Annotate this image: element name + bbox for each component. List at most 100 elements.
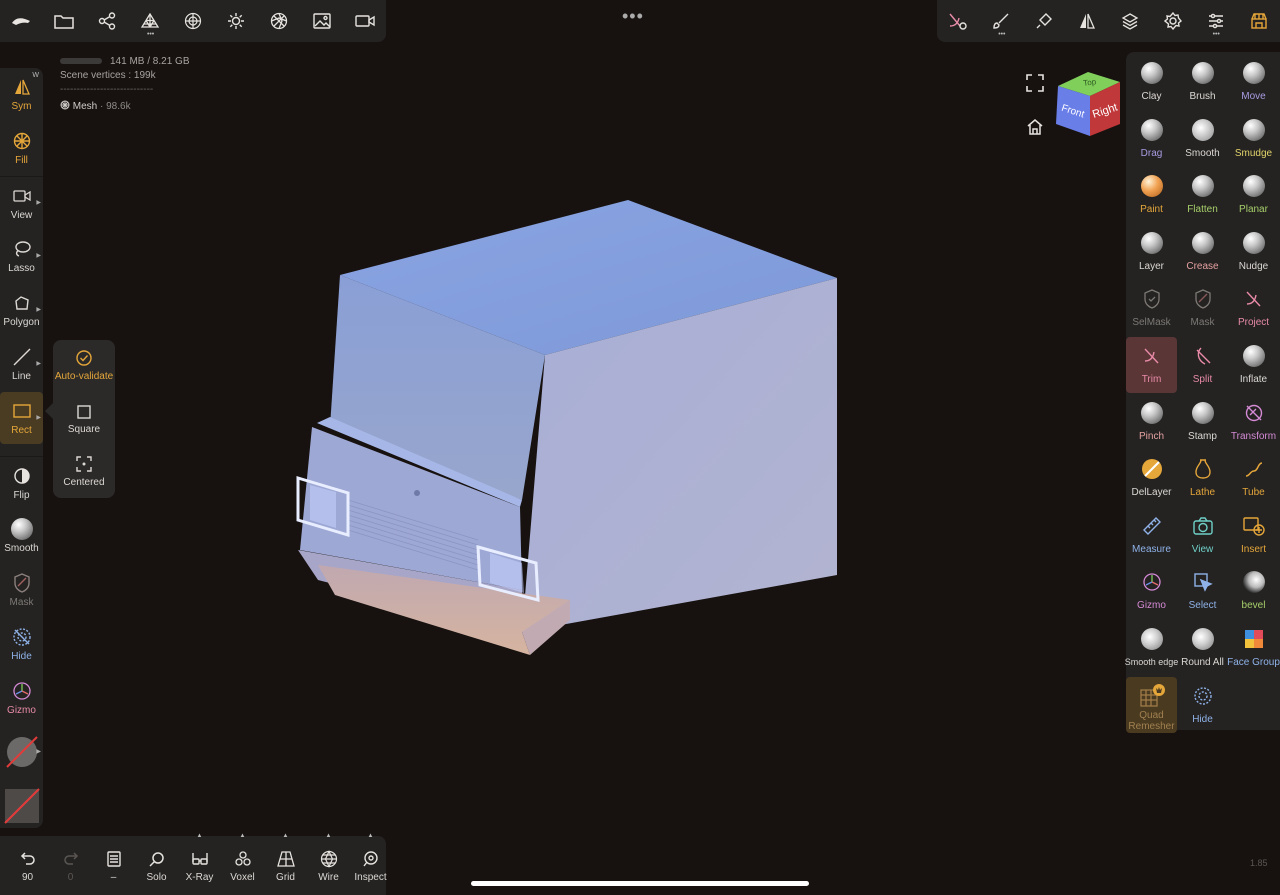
rect-options-popup: Auto-validate Square Centered xyxy=(53,340,115,498)
tool-hide[interactable]: Hide xyxy=(1177,677,1228,733)
folder-icon[interactable] xyxy=(43,0,86,42)
tool-label: Measure xyxy=(1132,543,1171,555)
layers-icon[interactable] xyxy=(1109,0,1152,42)
logo-icon[interactable] xyxy=(0,0,43,42)
sliders-icon[interactable]: • • • xyxy=(1194,0,1237,42)
fill-button[interactable]: Fill xyxy=(0,122,43,174)
solo-button[interactable]: Solo xyxy=(135,836,178,895)
tool-dellayer[interactable]: DelLayer xyxy=(1126,450,1177,506)
tool-pinch[interactable]: Pinch xyxy=(1126,394,1177,450)
view-cube[interactable]: Top Front Right xyxy=(1050,68,1128,142)
fullscreen-icon[interactable] xyxy=(1026,74,1044,92)
tool-round-all[interactable]: Round All xyxy=(1177,620,1228,676)
tool-smudge[interactable]: Smudge xyxy=(1228,111,1279,167)
stamp-brush-icon[interactable] xyxy=(1023,0,1066,42)
home-icon[interactable] xyxy=(1026,118,1044,136)
document-button[interactable]: – xyxy=(92,836,135,895)
tool-nudge[interactable]: Nudge xyxy=(1228,224,1279,280)
tool-selmask[interactable]: SelMask xyxy=(1126,280,1177,336)
topology-icon[interactable] xyxy=(172,0,215,42)
tool-split[interactable]: Split xyxy=(1177,337,1228,393)
check-circle-icon xyxy=(76,350,92,366)
tool-drag[interactable]: Drag xyxy=(1126,111,1177,167)
lighting-icon[interactable] xyxy=(214,0,257,42)
tool-tube[interactable]: Tube xyxy=(1228,450,1279,506)
xray-button[interactable]: ▲ X-Ray xyxy=(178,833,221,895)
hide-icon xyxy=(12,626,32,648)
tool-move[interactable]: Move xyxy=(1228,54,1279,110)
tool-smooth-edge[interactable]: Smooth edge xyxy=(1125,620,1178,676)
paint-brush-icon[interactable]: • • • xyxy=(980,0,1023,42)
tool-label: Tube xyxy=(1242,487,1265,499)
tool-layer[interactable]: Layer xyxy=(1126,224,1177,280)
tool-inflate[interactable]: Inflate xyxy=(1228,337,1279,393)
gizmo-button[interactable]: Gizmo xyxy=(0,672,43,724)
tool-brush[interactable]: Brush xyxy=(1177,54,1228,110)
tool-mask[interactable]: Mask xyxy=(1177,280,1228,336)
voxel-button[interactable]: ▲ Voxel xyxy=(221,833,264,895)
view-icon xyxy=(1192,514,1213,538)
sym-button[interactable]: W Sym xyxy=(0,68,43,120)
viewport-model[interactable] xyxy=(290,195,850,665)
tool-project[interactable]: Project xyxy=(1228,280,1279,336)
xray-label: X-Ray xyxy=(185,871,214,883)
material-icon[interactable] xyxy=(257,0,300,42)
wire-button[interactable]: ▲ Wire xyxy=(307,833,350,895)
centered-toggle[interactable]: Centered xyxy=(53,446,115,498)
drag-brush-icon xyxy=(1140,118,1163,142)
tool-quad-remesher[interactable]: Quad Remesher xyxy=(1126,676,1177,733)
settings-icon[interactable] xyxy=(1151,0,1194,42)
tool-view[interactable]: View xyxy=(1177,507,1228,563)
tool-planar[interactable]: Planar xyxy=(1228,167,1279,223)
tool-crease[interactable]: Crease xyxy=(1177,224,1228,280)
inspect-button[interactable]: ▲ Inspect xyxy=(349,833,392,895)
scene-graph-icon[interactable] xyxy=(86,0,129,42)
symmetry-icon[interactable] xyxy=(1066,0,1109,42)
view-button[interactable]: ▶ View xyxy=(0,176,43,229)
line-button[interactable]: ▶ Line xyxy=(0,338,43,390)
tool-insert[interactable]: Insert xyxy=(1228,507,1279,563)
line-icon xyxy=(13,346,31,368)
smooth-button[interactable]: Smooth xyxy=(0,510,43,562)
rect-button[interactable]: ▶ Rect xyxy=(0,392,43,444)
tool-face-group[interactable]: Face Group xyxy=(1227,620,1280,676)
tool-measure[interactable]: Measure xyxy=(1126,507,1177,563)
line-label: Line xyxy=(12,371,31,382)
multiresolution-icon[interactable]: • • • xyxy=(129,0,172,42)
square-toggle[interactable]: Square xyxy=(53,394,115,446)
undo-button[interactable]: 90 xyxy=(6,836,49,895)
tool-lathe[interactable]: Lathe xyxy=(1177,450,1228,506)
camera-icon[interactable] xyxy=(343,0,386,42)
mesh-entry[interactable]: Mesh · 98.6k xyxy=(60,100,190,114)
background-icon[interactable] xyxy=(300,0,343,42)
tool-label: Flatten xyxy=(1187,204,1218,216)
tool-flatten[interactable]: Flatten xyxy=(1177,167,1228,223)
redo-button[interactable]: 0 xyxy=(49,836,92,895)
view-label: View xyxy=(10,210,33,221)
tool-bevel[interactable]: bevel xyxy=(1228,563,1279,619)
trim-tool-icon[interactable] xyxy=(937,0,980,42)
auto-validate-toggle[interactable]: Auto-validate xyxy=(53,340,115,392)
grid-button[interactable]: ▲ Grid xyxy=(264,833,307,895)
tool-paint[interactable]: Paint xyxy=(1126,167,1177,223)
tool-select[interactable]: Select xyxy=(1177,563,1228,619)
memory-bar xyxy=(60,58,102,65)
tool-clay[interactable]: Clay xyxy=(1126,54,1177,110)
material-swatch-button[interactable]: ▶ xyxy=(0,726,43,778)
mask-button[interactable]: Mask xyxy=(0,564,43,616)
home-indicator[interactable] xyxy=(471,881,809,886)
polygon-button[interactable]: ▶ Polygon xyxy=(0,284,43,336)
tool-smooth[interactable]: Smooth xyxy=(1177,111,1228,167)
tool-gizmo[interactable]: Gizmo xyxy=(1126,563,1177,619)
color-swatch-button[interactable] xyxy=(0,780,43,832)
shop-icon[interactable] xyxy=(1237,0,1280,42)
tube-icon xyxy=(1244,457,1264,481)
tool-stamp[interactable]: Stamp xyxy=(1177,394,1228,450)
scene-vertices: Scene vertices : 199k xyxy=(60,70,156,81)
tool-transform[interactable]: Transform xyxy=(1228,394,1279,450)
flip-button[interactable]: Flip xyxy=(0,456,43,509)
more-options-icon[interactable]: ••• xyxy=(622,6,644,27)
lasso-button[interactable]: ▶ Lasso xyxy=(0,230,43,282)
tool-trim[interactable]: Trim xyxy=(1126,337,1177,393)
hide-button[interactable]: Hide xyxy=(0,618,43,670)
